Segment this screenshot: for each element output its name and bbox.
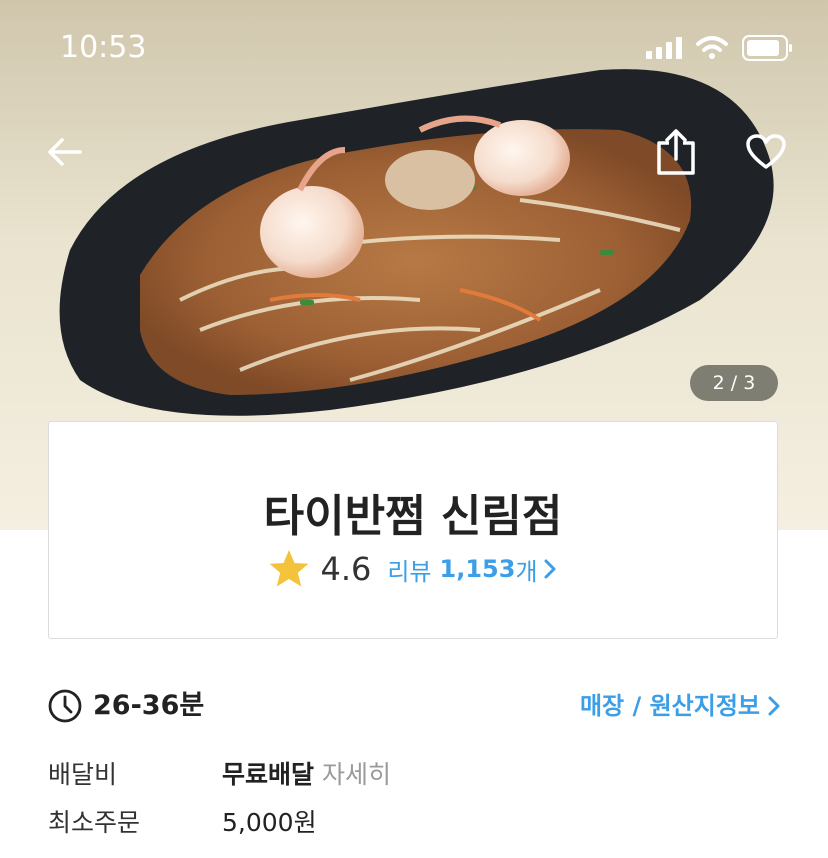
- review-label: 리뷰: [387, 557, 432, 586]
- chevron-right-icon: [544, 559, 556, 579]
- back-arrow-icon: [48, 138, 82, 166]
- store-origin-info-link[interactable]: 매장 / 원산지정보: [580, 688, 782, 724]
- share-button[interactable]: [652, 128, 700, 176]
- store-origin-info-label: 매장 / 원산지정보: [579, 692, 760, 720]
- review-count: 1,153: [439, 555, 516, 583]
- share-icon: [657, 129, 695, 175]
- min-order-label: 최소주문: [48, 808, 141, 837]
- image-page-indicator: 2 / 3: [690, 365, 778, 401]
- delivery-time: 26-36분: [93, 690, 205, 721]
- delivery-fee-label: 배달비: [48, 760, 118, 789]
- store-name: 타이반쩜 신림점: [263, 491, 563, 542]
- min-order-value: 5,000원: [222, 808, 317, 837]
- wifi-icon: [696, 36, 728, 59]
- status-bar: 10:53: [0, 0, 828, 100]
- review-unit: 개: [515, 557, 538, 586]
- rating-row: 4.6 리뷰 1,153 개: [49, 549, 777, 589]
- status-time: 10:53: [60, 30, 147, 65]
- clock-icon: [48, 689, 82, 723]
- battery-icon: [742, 35, 792, 61]
- delivery-fee-detail-link[interactable]: 자세히: [322, 760, 391, 789]
- signal-icon: [646, 37, 682, 59]
- favorite-button[interactable]: [742, 128, 790, 176]
- delivery-fee-value: 무료배달 자세히: [222, 755, 391, 791]
- reviews-link[interactable]: 리뷰 1,153 개: [387, 552, 557, 587]
- rating-value: 4.6: [320, 550, 372, 588]
- back-button[interactable]: [40, 128, 88, 176]
- heart-icon: [746, 134, 786, 169]
- delivery-time-row: 26-36분 매장 / 원산지정보: [48, 688, 782, 728]
- store-info-card: 타이반쩜 신림점 4.6 리뷰 1,153 개: [48, 421, 778, 639]
- chevron-right-icon: [768, 696, 780, 716]
- star-icon: [269, 550, 309, 587]
- delivery-fee-amount: 무료배달: [222, 760, 315, 789]
